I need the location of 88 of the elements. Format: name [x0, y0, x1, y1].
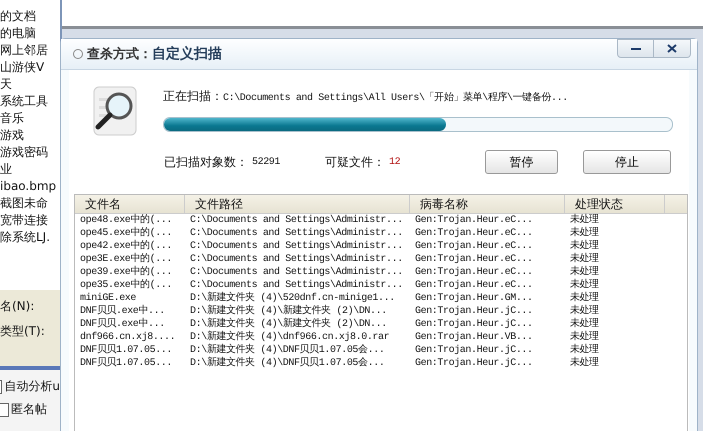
- scanning-path: C:\Documents and Settings\All Users\「开始」菜单\程序\一键备份...: [223, 93, 568, 104]
- table-cell-text: 未处理: [569, 357, 600, 370]
- table-cell-text: 未处理: [569, 253, 600, 266]
- table-cell-text: D:\新建文件夹 (4)\新建文件夹 (2)\DN...: [189, 318, 388, 330]
- file-list-item[interactable]: 网上邻居: [0, 42, 60, 59]
- file-list-item[interactable]: 天: [0, 76, 60, 93]
- table-cell-text: Gen:Trojan.Heur.jC...: [414, 344, 534, 357]
- file-list-item[interactable]: 宽带连接: [0, 212, 60, 229]
- close-icon: [667, 44, 677, 53]
- table-cell-text: DNF贝贝1.07.05...: [79, 357, 174, 370]
- table-cell-text: 未处理: [569, 214, 600, 226]
- table-cell-text: ope42.exe中的(...: [79, 240, 174, 252]
- table-cell-text: Gen:Trojan.Heur.eC...: [414, 214, 534, 227]
- table-cell-text: 未处理: [569, 266, 600, 278]
- table-cell-text: D:\新建文件夹 (4)\DNF贝贝1.07.05会...: [189, 357, 386, 370]
- table-cell-text: 未处理: [569, 344, 600, 356]
- suspicious-count: 12: [389, 156, 400, 168]
- table-cell-text: 未处理: [569, 279, 600, 292]
- table-cell-text: 未处理: [569, 318, 600, 330]
- table-cell-text: Gen:Trojan.Heur.eC...: [414, 266, 534, 279]
- table-cell-text: C:\Documents and Settings\Administr...: [189, 214, 404, 227]
- pause-button[interactable]: 暂停: [485, 150, 558, 174]
- field-label: 名(N):: [0, 298, 36, 315]
- checkbox[interactable]: [0, 402, 9, 416]
- table-cell-text: D:\新建文件夹 (4)\dnf966.cn.xj8.0.rar: [189, 331, 390, 344]
- close-button[interactable]: [654, 39, 691, 58]
- stop-button[interactable]: 停止: [583, 150, 671, 174]
- column-header[interactable]: 病毒名称: [410, 195, 565, 213]
- table-cell-text: ope3E.exe中的(...: [79, 253, 174, 266]
- table-cell-text: Gen:Trojan.Heur.eC...: [414, 253, 534, 266]
- file-list-item[interactable]: 的电脑: [0, 25, 60, 42]
- table-cell-text: Gen:Trojan.Heur.jC...: [414, 305, 534, 318]
- table-cell-text: 未处理: [569, 240, 600, 252]
- checkbox[interactable]: [0, 380, 2, 394]
- table-cell-text: 未处理: [569, 305, 600, 318]
- radio-icon: [73, 49, 83, 59]
- table-cell-text: dnf966.cn.xj8....: [79, 331, 176, 344]
- table-cell-text: miniGE.exe: [79, 292, 138, 305]
- table-cell-text: C:\Documents and Settings\Administr...: [189, 266, 404, 279]
- table-cell-text: Gen:Trojan.Heur.GM...: [414, 292, 534, 305]
- table-cell-text: ope45.exe中的(...: [79, 227, 174, 240]
- table-cell-text: C:\Documents and Settings\Administr...: [189, 253, 404, 266]
- option-label: 匿名帖: [11, 401, 47, 418]
- table-cell-text: DNF贝贝1.07.05...: [79, 344, 174, 357]
- table-cell-text: C:\Documents and Settings\Administr...: [189, 279, 404, 292]
- minimize-button[interactable]: [617, 39, 654, 58]
- table-cell-text: Gen:Trojan.Heur.jC...: [414, 318, 534, 331]
- table-cell-text: 未处理: [569, 227, 600, 240]
- table-cell-text: C:\Documents and Settings\Administr...: [189, 240, 404, 253]
- file-list-item[interactable]: ibao.bmp: [0, 178, 60, 195]
- table-cell-text: ope48.exe中的(...: [79, 214, 174, 226]
- option-label: 自动分析u: [4, 378, 60, 395]
- table-cell-text: Gen:Trojan.Heur.eC...: [414, 279, 534, 292]
- file-list-item[interactable]: 业: [0, 161, 60, 178]
- magnifier-icon: [93, 86, 137, 136]
- table-cell-text: Gen:Trojan.Heur.eC...: [414, 240, 534, 253]
- table-cell-text: 未处理: [569, 292, 600, 304]
- file-list-item[interactable]: 系统工具: [0, 93, 60, 110]
- file-list-item[interactable]: 音乐: [0, 110, 60, 127]
- column-header[interactable]: 处理状态: [565, 195, 665, 213]
- scanned-label: 已扫描对象数：: [164, 154, 248, 170]
- table-cell-text: D:\新建文件夹 (4)\520dnf.cn-minige1...: [189, 292, 396, 304]
- file-list-item[interactable]: 山游侠V: [0, 59, 60, 76]
- column-header[interactable]: 文件路径: [185, 195, 410, 213]
- table-cell-text: DNF贝贝.exe中...: [79, 305, 166, 318]
- scanned-count: 52291: [252, 156, 280, 168]
- column-header[interactable]: 文件名: [75, 195, 185, 213]
- scanning-label: 正在扫描：: [163, 89, 223, 103]
- file-list-item[interactable]: 游戏: [0, 127, 60, 144]
- table-cell-text: Gen:Trojan.Heur.eC...: [414, 227, 534, 240]
- table-cell-text: DNF贝贝.exe中...: [79, 318, 166, 331]
- table-cell-text: Gen:Trojan.Heur.jC...: [414, 357, 534, 370]
- file-list-item[interactable]: 截图未命: [0, 195, 60, 212]
- minimize-icon: [630, 46, 640, 50]
- mode-label: 查杀方式：: [87, 46, 152, 63]
- table-cell-text: ope39.exe中的(...: [79, 266, 174, 278]
- window-title: 自定义扫描: [152, 45, 222, 63]
- table-cell-text: D:\新建文件夹 (4)\DNF贝贝1.07.05会...: [189, 344, 386, 356]
- table-cell-text: Gen:Trojan.Heur.VB...: [414, 331, 534, 344]
- table-cell-text: 未处理: [569, 331, 600, 344]
- table-cell-text: C:\Documents and Settings\Administr...: [189, 227, 404, 240]
- table-cell-text: ope35.exe中的(...: [79, 279, 174, 292]
- table-cell-text: D:\新建文件夹 (4)\新建文件夹 (2)\DN...: [189, 305, 388, 318]
- suspicious-label: 可疑文件：: [325, 154, 386, 170]
- file-list-item[interactable]: 除系统LJ.: [0, 229, 60, 246]
- file-list-item[interactable]: 的文档: [0, 8, 60, 25]
- field-label: 类型(T):: [0, 323, 46, 340]
- file-list-item[interactable]: 游戏密码: [0, 144, 60, 161]
